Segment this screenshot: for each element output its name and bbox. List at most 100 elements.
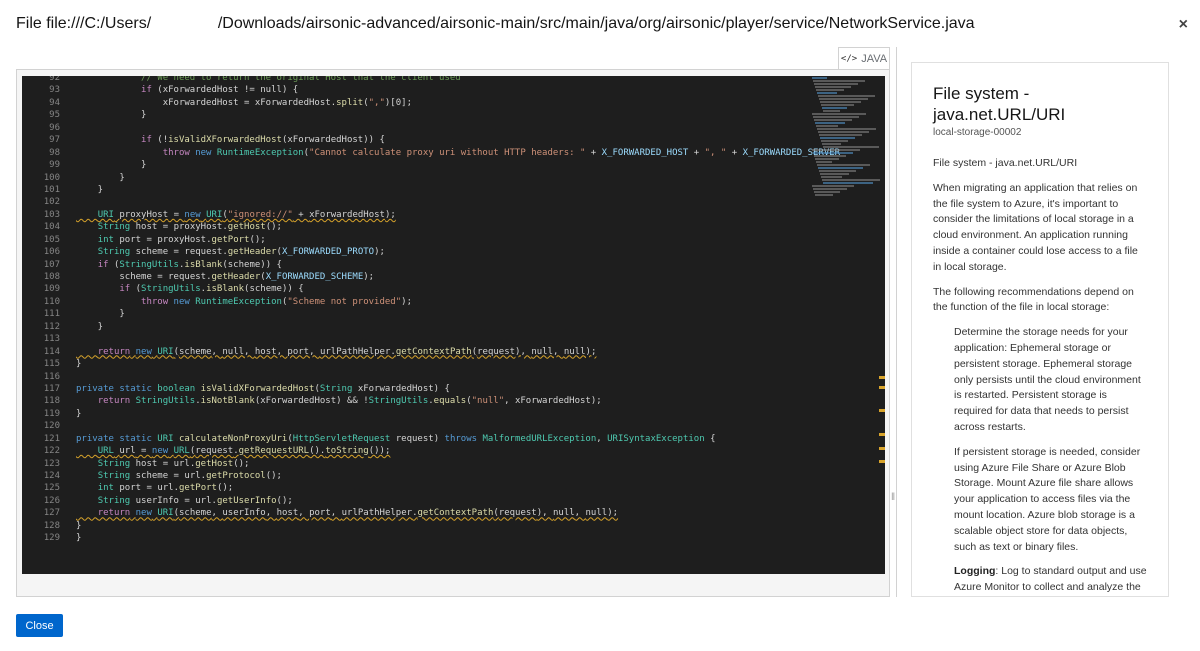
line-number: 99: [49, 160, 60, 171]
code-editor[interactable]: 92 // We need to return the original Hos…: [22, 76, 885, 574]
code-text: }: [76, 309, 125, 320]
panel-divider[interactable]: [896, 47, 897, 597]
minimap-line: [814, 119, 852, 121]
minimap-line: [816, 89, 844, 91]
minimap-line: [820, 101, 861, 103]
line-number: 114: [43, 346, 60, 357]
minimap[interactable]: [812, 76, 880, 216]
code-line: 117 private static boolean isValidXForwar…: [22, 383, 840, 395]
code-text: }: [76, 184, 104, 195]
minimap-line: [813, 116, 859, 118]
line-number: 118: [43, 396, 60, 407]
code-line: 97 if (!isValidXForwardedHost(xForwarded…: [22, 134, 840, 146]
minimap-line: [815, 158, 839, 160]
code-line: 110 throw new RuntimeException("Scheme n…: [22, 296, 840, 308]
code-text: private static URI calculateNonProxyUri(…: [76, 433, 716, 444]
line-number: 124: [43, 471, 60, 481]
line-number: 105: [43, 234, 60, 245]
minimap-line: [813, 188, 847, 190]
line-number: 112: [43, 321, 60, 332]
line-number: 101: [43, 184, 60, 195]
code-line: 128}: [22, 520, 840, 532]
code-line: 108 scheme = request.getHeader(X_FORWARD…: [22, 271, 840, 283]
language-label: JAVA: [861, 53, 888, 65]
line-number: 92: [49, 76, 60, 83]
code-line: 125 int port = url.getPort();: [22, 482, 840, 494]
close-icon[interactable]: ×: [1179, 16, 1188, 34]
code-line: 116: [22, 371, 840, 383]
minimap-line: [818, 131, 869, 133]
line-number: 102: [43, 197, 60, 208]
code-text: xForwardedHost = xForwardedHost.split(",…: [162, 97, 412, 108]
minimap-line: [813, 80, 865, 82]
code-line: 99 }: [22, 159, 840, 171]
minimap-line: [823, 110, 840, 112]
minimap-line: [823, 146, 879, 148]
line-number: 107: [43, 259, 60, 270]
code-text: return new URI(scheme, userInfo, host, p…: [97, 508, 619, 519]
logging-label: Logging: [954, 565, 996, 578]
close-button[interactable]: Close: [16, 614, 63, 637]
rule-recommendation: If persistent storage is needed, conside…: [954, 445, 1141, 553]
code-line: 98 throw new RuntimeException("Cannot ca…: [22, 147, 840, 159]
minimap-line: [820, 173, 849, 175]
rule-title: File system - java.net.URL/URI: [933, 84, 1066, 124]
code-text: if (xForwardedHost != null) {: [141, 85, 299, 96]
line-number: 125: [43, 483, 60, 494]
line-number: 103: [43, 209, 60, 220]
minimap-line: [822, 143, 841, 145]
line-number: 106: [43, 247, 60, 258]
code-line: 124 String scheme = url.getProtocol();: [22, 470, 840, 482]
code-text: if (!isValidXForwardedHost(xForwardedHos…: [141, 135, 385, 146]
line-number: 120: [43, 421, 60, 432]
line-number: 115: [43, 359, 60, 370]
resize-handle-icon[interactable]: ‖: [891, 492, 895, 503]
code-line: 114 return new URI(scheme, null, host, p…: [22, 346, 840, 358]
minimap-line: [815, 194, 833, 196]
code-text: }: [76, 408, 82, 419]
code-text: throw new RuntimeException("Scheme not p…: [141, 296, 412, 307]
code-line: 122 URL url = new URL(request.getRequest…: [22, 445, 840, 457]
code-text: String scheme = request.getHeader(X_FORW…: [97, 247, 385, 258]
line-number: 116: [43, 371, 60, 382]
minimap-line: [814, 155, 846, 157]
code-line: 123 String host = url.getHost();: [22, 458, 840, 470]
code-text: int port = url.getPort();: [97, 483, 234, 494]
minimap-line: [816, 161, 832, 163]
code-line: 92 // We need to return the original Hos…: [22, 76, 840, 84]
rule-paragraph: The following recommendations depend on …: [933, 285, 1134, 314]
line-number: 123: [43, 458, 60, 469]
line-number: 96: [49, 122, 60, 133]
minimap-line: [817, 128, 876, 130]
code-line: 121 private static URI calculateNonProxyU…: [22, 433, 840, 445]
line-number: 98: [49, 147, 60, 158]
minimap-line: [821, 140, 848, 142]
line-number: 94: [49, 97, 60, 108]
code-text: }: [76, 172, 125, 183]
line-number: 97: [49, 135, 60, 146]
code-line: 118 return StringUtils.isNotBlank(xForwa…: [22, 395, 840, 407]
line-number: 127: [43, 508, 60, 519]
line-number: 122: [43, 446, 60, 457]
code-line: 100 }: [22, 172, 840, 184]
minimap-line: [817, 92, 837, 94]
code-line: 105 int port = proxyHost.getPort();: [22, 234, 840, 246]
code-text: if (StringUtils.isBlank(scheme)) {: [119, 284, 304, 295]
minimap-line: [814, 83, 858, 85]
line-number: 93: [49, 85, 60, 96]
code-line: 94 xForwardedHost = xForwardedHost.split…: [22, 97, 840, 109]
minimap-line: [819, 134, 862, 136]
modal-title: File file:///C:/Users/ /Downloads/airson…: [16, 15, 975, 32]
rule-paragraph: File system - java.net.URL/URI: [933, 157, 1078, 169]
code-line: 119}: [22, 408, 840, 420]
minimap-line: [812, 77, 827, 79]
code-text: return new URI(scheme, null, host, port,…: [97, 346, 597, 357]
line-number: 110: [43, 296, 60, 307]
code-text: int port = proxyHost.getPort();: [97, 234, 266, 245]
line-number: 119: [43, 408, 60, 419]
minimap-line: [812, 149, 860, 151]
code-text: URL url = new URL(request.getRequestURL(…: [97, 446, 391, 457]
rule-details-panel: File system - java.net.URL/URI local-sto…: [911, 62, 1169, 597]
language-tab[interactable]: </> JAVA: [838, 47, 890, 70]
minimap-line: [816, 125, 838, 127]
